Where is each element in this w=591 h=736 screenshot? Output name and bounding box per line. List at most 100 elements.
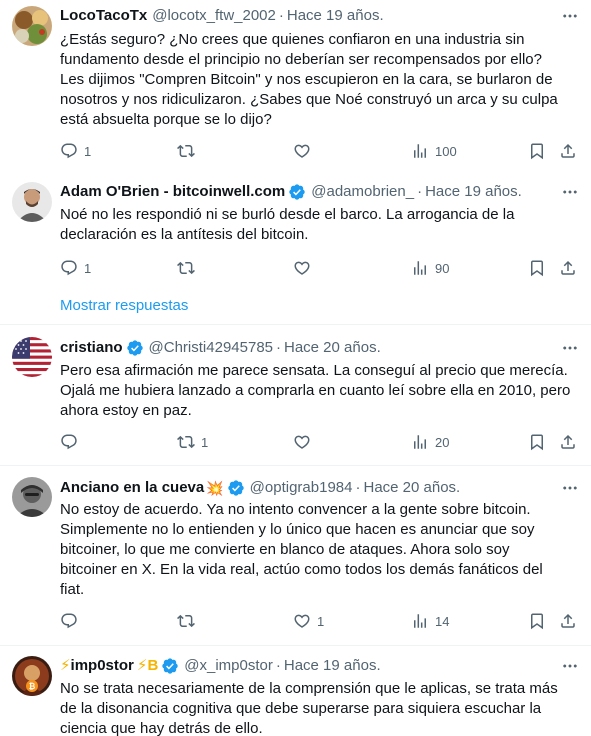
- food-photo-avatar: [12, 6, 52, 46]
- bitcoin-character-avatar: ₿: [12, 656, 52, 696]
- display-name[interactable]: Adam O'Brien - bitcoinwell.com: [60, 182, 285, 202]
- svg-text:₿: ₿: [29, 682, 36, 691]
- reply-button[interactable]: [60, 432, 84, 452]
- views-button[interactable]: 90: [411, 258, 449, 278]
- bookmark-button[interactable]: [528, 141, 546, 161]
- share-button[interactable]: [559, 432, 577, 452]
- tweet-cristiano[interactable]: cristiano @Christi42945785 · Hace 20 año…: [0, 325, 591, 465]
- retweet-button[interactable]: [177, 611, 201, 631]
- like-button[interactable]: 1: [293, 611, 324, 631]
- share-button[interactable]: [559, 258, 577, 278]
- views-button[interactable]: 20: [411, 432, 449, 452]
- tweet-anciano-en-la-cueva[interactable]: Anciano en la cueva 💥 @optigrab1984 · Ha…: [0, 466, 591, 645]
- tweet-imp0stor[interactable]: ₿ ⚡ imp0stor ⚡B @x_imp0stor · Hace 19 añ…: [0, 646, 591, 736]
- bookmark-button[interactable]: [528, 258, 546, 278]
- person-photo-avatar: [12, 182, 52, 222]
- tweet-text-line: está absuelta porque se lo dijo?: [60, 111, 272, 128]
- bookmark-icon: [528, 612, 546, 630]
- action-bar: 1 90: [60, 258, 580, 278]
- lightning-emoji: ⚡: [60, 657, 71, 674]
- more-icon[interactable]: [560, 656, 580, 676]
- reply-button[interactable]: 1: [60, 141, 91, 161]
- avatar[interactable]: [12, 182, 52, 222]
- retweet-icon: [177, 433, 195, 451]
- retweet-icon: [177, 612, 195, 630]
- more-icon[interactable]: [560, 478, 580, 498]
- bookmark-button[interactable]: [528, 432, 546, 452]
- tweet-text: ¿Estás seguro? ¿No crees que quienes con…: [60, 30, 580, 130]
- tweet-text-line: de la disonancia cognitiva que debe supe…: [60, 700, 542, 717]
- retweet-icon: [177, 142, 195, 160]
- handle[interactable]: @locotx_ftw_2002: [152, 6, 276, 26]
- display-name[interactable]: LocoTacoTx: [60, 6, 147, 26]
- timestamp[interactable]: Hace 19 años.: [425, 182, 522, 202]
- bookmark-icon: [528, 433, 546, 451]
- tweet-text-line: No estoy de acuerdo. Ya no intento conve…: [60, 501, 531, 518]
- timestamp[interactable]: Hace 19 años.: [284, 656, 381, 676]
- tweet-text-line: Noé no les respondió ni se burló desde e…: [60, 206, 515, 223]
- separator-dot: ·: [278, 7, 284, 24]
- tweet-text-line: Ojalá me hubiera lanzado a comprarla en …: [60, 382, 571, 399]
- more-icon[interactable]: [560, 338, 580, 358]
- verified-badge-icon: [126, 339, 144, 357]
- share-button[interactable]: [559, 611, 577, 631]
- retweet-button[interactable]: [177, 141, 201, 161]
- like-button[interactable]: [293, 258, 317, 278]
- avatar[interactable]: [12, 6, 52, 46]
- views-icon: [411, 433, 429, 451]
- reply-icon: [60, 259, 78, 277]
- tweet-text-line: Simplemente no lo entienden y lo único q…: [60, 521, 535, 538]
- reply-button[interactable]: [60, 611, 84, 631]
- timestamp[interactable]: Hace 20 años.: [363, 478, 460, 498]
- handle[interactable]: @Christi42945785: [149, 338, 273, 358]
- action-bar: 1 100: [60, 141, 580, 161]
- more-icon[interactable]: [560, 6, 580, 26]
- tweet-text-line: fiat.: [60, 581, 85, 598]
- reply-count: 1: [84, 143, 92, 159]
- tweet-text-line: ¿Estás seguro? ¿No crees que quienes con…: [60, 31, 525, 48]
- lightning-b-suffix: ⚡B: [136, 657, 159, 674]
- reply-button[interactable]: 1: [60, 258, 91, 278]
- separator-dot: ·: [276, 339, 281, 356]
- action-bar: 1 20: [60, 432, 580, 452]
- tweet-locotacotx[interactable]: LocoTacoTx @locotx_ftw_2002 · Hace 19 añ…: [0, 0, 591, 170]
- retweet-button[interactable]: 1: [177, 432, 208, 452]
- avatar[interactable]: [12, 337, 52, 377]
- bookmark-button[interactable]: [528, 611, 546, 631]
- handle[interactable]: @optigrab1984: [250, 478, 353, 498]
- views-icon: [411, 259, 429, 277]
- share-icon: [559, 433, 577, 451]
- retweet-button[interactable]: [177, 258, 201, 278]
- tweet-text-line: bitcoiner, lo que me convierte en blanco…: [60, 541, 510, 558]
- handle[interactable]: @x_imp0stor: [184, 656, 273, 676]
- separator-dot: ·: [355, 479, 361, 496]
- share-button[interactable]: [559, 141, 577, 161]
- display-name[interactable]: Anciano en la cueva: [60, 478, 204, 498]
- like-button[interactable]: [293, 432, 317, 452]
- views-button[interactable]: 14: [411, 611, 449, 631]
- tweet-text-line: Les dijimos "Compren Bitcoin" y nos escu…: [60, 71, 553, 88]
- avatar[interactable]: [12, 477, 52, 517]
- show-replies-link[interactable]: Mostrar respuestas: [60, 296, 188, 316]
- views-button[interactable]: 100: [411, 141, 457, 161]
- more-icon[interactable]: [560, 182, 580, 202]
- timestamp[interactable]: Hace 19 años.: [287, 6, 384, 26]
- bookmark-icon: [528, 142, 546, 160]
- heart-icon: [293, 612, 311, 630]
- like-button[interactable]: [293, 141, 317, 161]
- avatar[interactable]: ₿: [12, 656, 52, 696]
- tweet-text-line: nosotros y nos ridiculizaron. ¿Sabes que…: [60, 91, 558, 108]
- views-count: 90: [435, 260, 450, 276]
- views-icon: [411, 612, 429, 630]
- display-name[interactable]: cristiano: [60, 338, 123, 358]
- tweet-header: Anciano en la cueva 💥 @optigrab1984 · Ha…: [60, 478, 460, 498]
- retweet-count: 1: [201, 434, 209, 450]
- share-icon: [559, 259, 577, 277]
- verified-badge-icon: [227, 479, 245, 497]
- handle[interactable]: @adamobrien_: [311, 182, 414, 202]
- tweet-text: Noé no les respondió ni se burló desde e…: [60, 205, 580, 245]
- display-name[interactable]: imp0stor: [71, 656, 134, 676]
- separator-dot: ·: [275, 657, 281, 674]
- timestamp[interactable]: Hace 20 años.: [284, 338, 381, 358]
- tweet-adam-obrien[interactable]: Adam O'Brien - bitcoinwell.com @adamobri…: [0, 172, 591, 282]
